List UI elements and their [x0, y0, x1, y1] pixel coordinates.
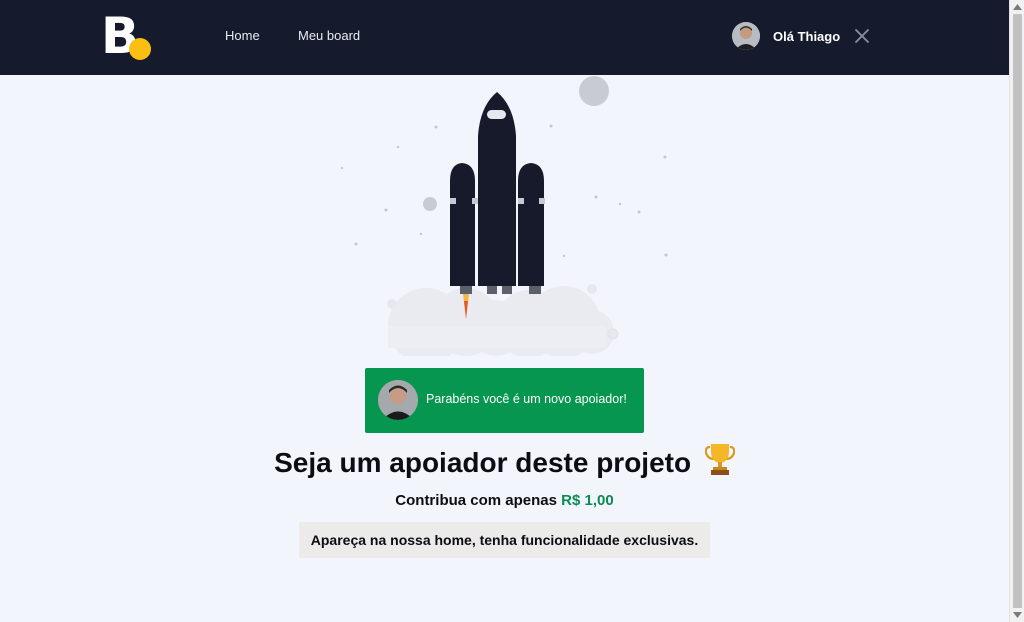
nav-home-link[interactable]: Home	[225, 28, 260, 43]
supporter-avatar	[378, 380, 418, 420]
brand-logo[interactable]: B	[101, 8, 151, 64]
rocket-illustration	[330, 76, 690, 364]
benefit-banner: Apareça na nossa home, tenha funcionalid…	[299, 522, 710, 558]
scrollbar-thumb[interactable]	[1013, 14, 1022, 608]
headline-text: Seja um apoiador deste projeto	[274, 447, 692, 478]
top-navbar: B Home Meu board Olá Thiago	[0, 0, 1009, 75]
contribution-price: R$ 1,00	[561, 492, 614, 509]
user-greeting: Olá Thiago	[773, 29, 841, 44]
success-toast: Parabéns você é um novo apoiador!	[365, 368, 644, 433]
logo-dot	[129, 38, 151, 60]
toast-message: Parabéns você é um novo apoiador!	[426, 392, 627, 406]
user-avatar[interactable]	[732, 22, 760, 50]
scroll-down-arrow-icon[interactable]	[1013, 612, 1022, 618]
scroll-up-arrow-icon[interactable]	[1013, 4, 1022, 10]
contribution-line: Contribua com apenas R$ 1,00	[0, 492, 1009, 509]
contribute-prefix: Contribua com apenas	[395, 492, 557, 509]
close-icon[interactable]	[854, 28, 870, 44]
vertical-scrollbar[interactable]	[1009, 0, 1024, 622]
page-headline: Seja um apoiador deste projeto	[0, 442, 1009, 479]
nav-meu-board-link[interactable]: Meu board	[298, 28, 360, 43]
trophy-icon	[704, 442, 736, 476]
